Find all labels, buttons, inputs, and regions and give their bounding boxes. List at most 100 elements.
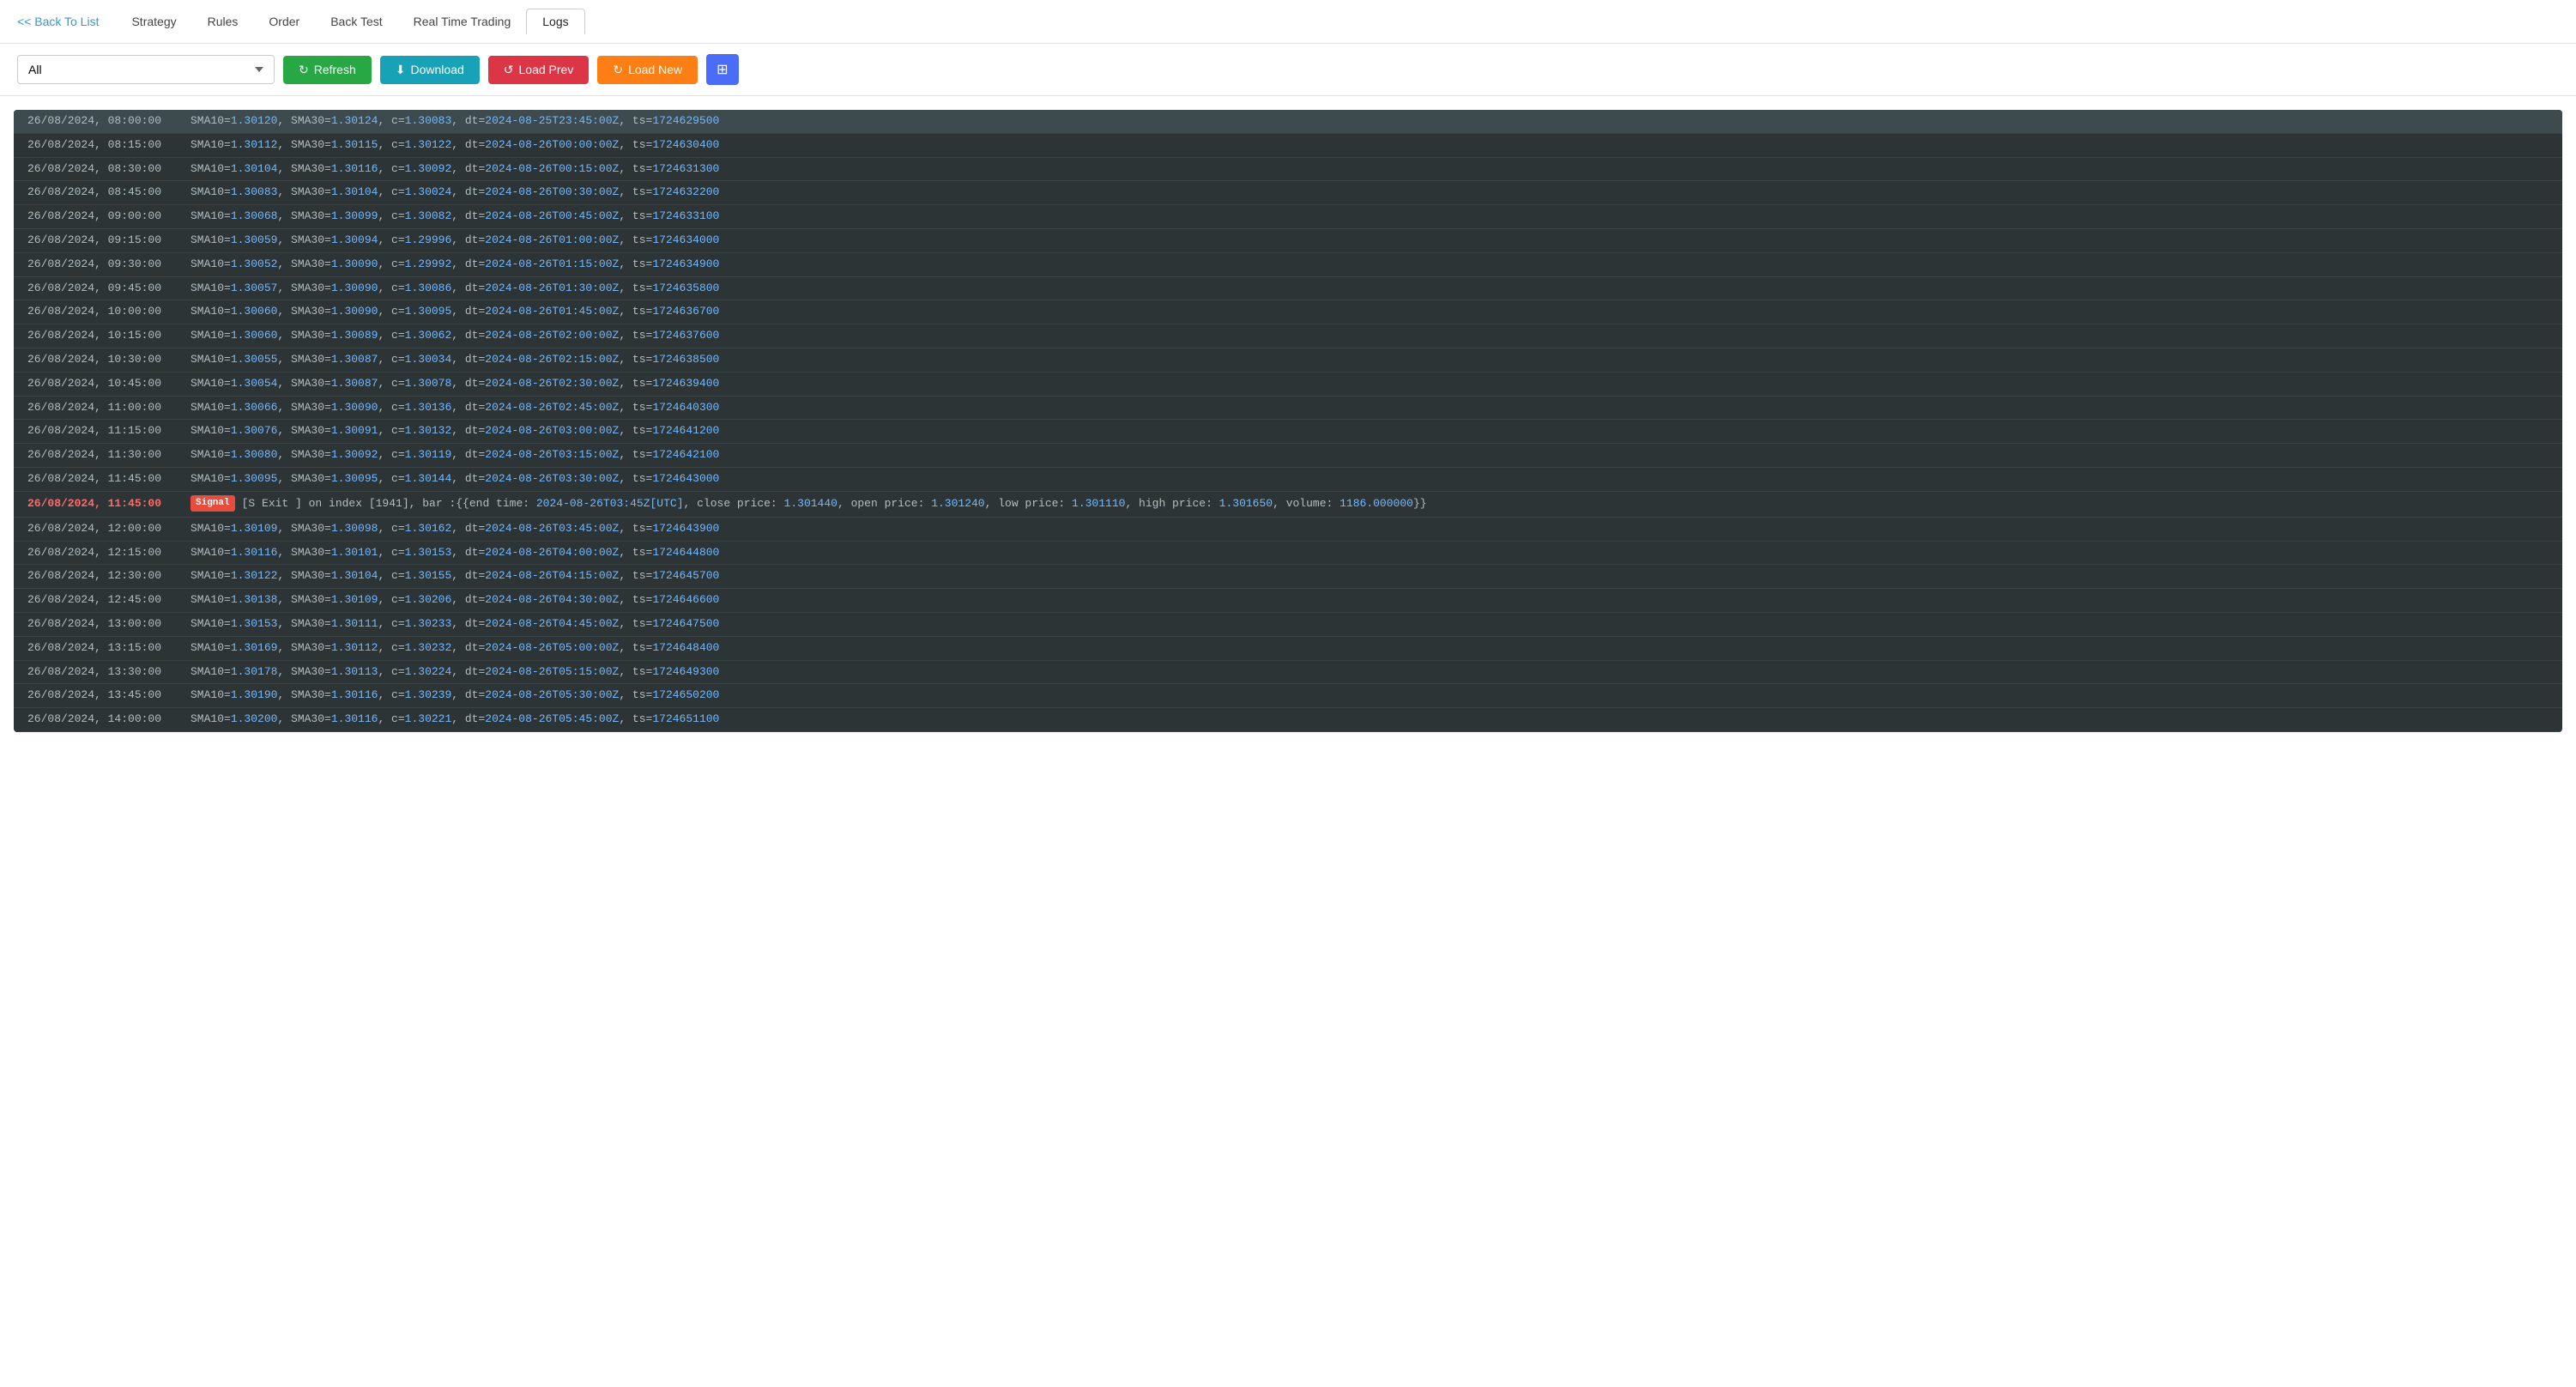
- log-content: SMA10=1.30057, SMA30=1.30090, c=1.30086,…: [190, 280, 2549, 298]
- download-icon: ⬇: [396, 63, 406, 77]
- log-content: SMA10=1.30052, SMA30=1.30090, c=1.29992,…: [190, 256, 2549, 274]
- log-row: 26/08/2024, 09:00:00SMA10=1.30068, SMA30…: [14, 205, 2562, 229]
- log-row: 26/08/2024, 09:30:00SMA10=1.30052, SMA30…: [14, 253, 2562, 277]
- nav-item-backtest[interactable]: Back Test: [315, 9, 397, 33]
- log-time: 26/08/2024, 12:15:00: [27, 544, 190, 562]
- log-content: SMA10=1.30190, SMA30=1.30116, c=1.30239,…: [190, 687, 2549, 705]
- log-time: 26/08/2024, 10:30:00: [27, 351, 190, 369]
- log-content: SMA10=1.30060, SMA30=1.30089, c=1.30062,…: [190, 327, 2549, 345]
- refresh-icon: ↻: [299, 63, 309, 77]
- log-content: SMA10=1.30178, SMA30=1.30113, c=1.30224,…: [190, 663, 2549, 681]
- log-time: 26/08/2024, 13:30:00: [27, 663, 190, 681]
- log-row: 26/08/2024, 11:30:00SMA10=1.30080, SMA30…: [14, 444, 2562, 468]
- log-row: 26/08/2024, 12:30:00SMA10=1.30122, SMA30…: [14, 565, 2562, 589]
- log-content: SMA10=1.30083, SMA30=1.30104, c=1.30024,…: [190, 184, 2549, 202]
- log-time: 26/08/2024, 13:15:00: [27, 639, 190, 657]
- filter-select[interactable]: All: [17, 55, 275, 84]
- log-time: 26/08/2024, 09:15:00: [27, 232, 190, 250]
- log-content: SMA10=1.30109, SMA30=1.30098, c=1.30162,…: [190, 520, 2549, 538]
- log-time: 26/08/2024, 12:00:00: [27, 520, 190, 538]
- log-content: SMA10=1.30080, SMA30=1.30092, c=1.30119,…: [190, 446, 2549, 464]
- nav-items: Strategy Rules Order Back Test Real Time…: [116, 9, 584, 34]
- nav-item-strategy[interactable]: Strategy: [116, 9, 191, 33]
- log-content: SMA10=1.30104, SMA30=1.30116, c=1.30092,…: [190, 161, 2549, 179]
- log-row: 26/08/2024, 10:00:00SMA10=1.30060, SMA30…: [14, 300, 2562, 324]
- log-time: 26/08/2024, 09:30:00: [27, 256, 190, 274]
- nav-item-logs[interactable]: Logs: [526, 9, 584, 34]
- log-row: 26/08/2024, 13:30:00SMA10=1.30178, SMA30…: [14, 661, 2562, 685]
- log-row: 26/08/2024, 13:15:00SMA10=1.30169, SMA30…: [14, 637, 2562, 661]
- back-link[interactable]: << Back To List: [17, 15, 99, 28]
- log-content: SMA10=1.30169, SMA30=1.30112, c=1.30232,…: [190, 639, 2549, 657]
- refresh-button[interactable]: ↻ Refresh: [283, 56, 372, 84]
- log-row: 26/08/2024, 11:15:00SMA10=1.30076, SMA30…: [14, 420, 2562, 444]
- log-content: SMA10=1.30122, SMA30=1.30104, c=1.30155,…: [190, 567, 2549, 585]
- load-new-icon: ↻: [613, 63, 623, 77]
- log-content: SMA10=1.30076, SMA30=1.30091, c=1.30132,…: [190, 422, 2549, 440]
- log-content: SMA10=1.30060, SMA30=1.30090, c=1.30095,…: [190, 303, 2549, 321]
- log-row: 26/08/2024, 10:30:00SMA10=1.30055, SMA30…: [14, 348, 2562, 372]
- log-content: SMA10=1.30116, SMA30=1.30101, c=1.30153,…: [190, 544, 2549, 562]
- log-time: 26/08/2024, 12:30:00: [27, 567, 190, 585]
- log-row: 26/08/2024, 09:15:00SMA10=1.30059, SMA30…: [14, 229, 2562, 253]
- log-row: 26/08/2024, 08:00:00SMA10=1.30120, SMA30…: [14, 110, 2562, 134]
- log-content: SMA10=1.30153, SMA30=1.30111, c=1.30233,…: [190, 615, 2549, 633]
- log-row: 26/08/2024, 11:00:00SMA10=1.30066, SMA30…: [14, 397, 2562, 421]
- log-time: 26/08/2024, 10:15:00: [27, 327, 190, 345]
- log-time: 26/08/2024, 11:30:00: [27, 446, 190, 464]
- log-container: 26/08/2024, 08:00:00SMA10=1.30120, SMA30…: [14, 110, 2562, 732]
- log-row: 26/08/2024, 11:45:00SMA10=1.30095, SMA30…: [14, 468, 2562, 492]
- log-time: 26/08/2024, 14:00:00: [27, 711, 190, 729]
- log-time: 26/08/2024, 11:00:00: [27, 399, 190, 417]
- log-row: 26/08/2024, 08:30:00SMA10=1.30104, SMA30…: [14, 158, 2562, 182]
- nav-item-order[interactable]: Order: [253, 9, 315, 33]
- log-content: SMA10=1.30066, SMA30=1.30090, c=1.30136,…: [190, 399, 2549, 417]
- log-time: 26/08/2024, 08:45:00: [27, 184, 190, 202]
- log-row: 26/08/2024, 12:00:00SMA10=1.30109, SMA30…: [14, 518, 2562, 542]
- log-time: 26/08/2024, 11:45:00: [27, 495, 190, 513]
- log-row: 26/08/2024, 12:45:00SMA10=1.30138, SMA30…: [14, 589, 2562, 613]
- log-content: SMA10=1.30055, SMA30=1.30087, c=1.30034,…: [190, 351, 2549, 369]
- log-row: 26/08/2024, 08:45:00SMA10=1.30083, SMA30…: [14, 181, 2562, 205]
- log-row: 26/08/2024, 10:45:00SMA10=1.30054, SMA30…: [14, 372, 2562, 397]
- log-row: 26/08/2024, 11:45:00Signal[S Exit ] on i…: [14, 492, 2562, 518]
- download-button[interactable]: ⬇ Download: [380, 56, 480, 84]
- signal-badge: Signal: [190, 495, 235, 512]
- log-content: Signal[S Exit ] on index [1941], bar :{{…: [190, 495, 2549, 513]
- log-row: 26/08/2024, 13:00:00SMA10=1.30153, SMA30…: [14, 613, 2562, 637]
- log-time: 26/08/2024, 13:45:00: [27, 687, 190, 705]
- log-time: 26/08/2024, 11:15:00: [27, 422, 190, 440]
- load-prev-button[interactable]: ↺ Load Prev: [488, 56, 590, 84]
- log-time: 26/08/2024, 08:15:00: [27, 136, 190, 154]
- log-time: 26/08/2024, 10:00:00: [27, 303, 190, 321]
- log-row: 26/08/2024, 12:15:00SMA10=1.30116, SMA30…: [14, 542, 2562, 566]
- log-time: 26/08/2024, 10:45:00: [27, 375, 190, 393]
- log-time: 26/08/2024, 09:45:00: [27, 280, 190, 298]
- log-row: 26/08/2024, 13:45:00SMA10=1.30190, SMA30…: [14, 684, 2562, 708]
- log-content: SMA10=1.30068, SMA30=1.30099, c=1.30082,…: [190, 208, 2549, 226]
- log-time: 26/08/2024, 08:30:00: [27, 161, 190, 179]
- log-content: SMA10=1.30059, SMA30=1.30094, c=1.29996,…: [190, 232, 2549, 250]
- log-time: 26/08/2024, 11:45:00: [27, 470, 190, 488]
- log-time: 26/08/2024, 09:00:00: [27, 208, 190, 226]
- log-time: 26/08/2024, 13:00:00: [27, 615, 190, 633]
- log-content: SMA10=1.30200, SMA30=1.30116, c=1.30221,…: [190, 711, 2549, 729]
- log-time: 26/08/2024, 08:00:00: [27, 112, 190, 130]
- log-content: SMA10=1.30138, SMA30=1.30109, c=1.30206,…: [190, 591, 2549, 609]
- nav-item-rules[interactable]: Rules: [192, 9, 254, 33]
- nav-item-realtime[interactable]: Real Time Trading: [398, 9, 527, 33]
- top-nav: << Back To List Strategy Rules Order Bac…: [0, 0, 2576, 44]
- icon-action-button[interactable]: ⊞: [706, 54, 738, 85]
- copy-icon: ⊞: [717, 63, 728, 77]
- load-prev-icon: ↺: [504, 63, 514, 77]
- log-content: SMA10=1.30120, SMA30=1.30124, c=1.30083,…: [190, 112, 2549, 130]
- log-row: 26/08/2024, 08:15:00SMA10=1.30112, SMA30…: [14, 134, 2562, 158]
- toolbar: All ↻ Refresh ⬇ Download ↺ Load Prev ↻ L…: [0, 44, 2576, 96]
- log-content: SMA10=1.30054, SMA30=1.30087, c=1.30078,…: [190, 375, 2549, 393]
- log-row: 26/08/2024, 10:15:00SMA10=1.30060, SMA30…: [14, 324, 2562, 348]
- load-new-button[interactable]: ↻ Load New: [597, 56, 698, 84]
- log-time: 26/08/2024, 12:45:00: [27, 591, 190, 609]
- log-content: SMA10=1.30112, SMA30=1.30115, c=1.30122,…: [190, 136, 2549, 154]
- log-row: 26/08/2024, 09:45:00SMA10=1.30057, SMA30…: [14, 277, 2562, 301]
- log-content: SMA10=1.30095, SMA30=1.30095, c=1.30144,…: [190, 470, 2549, 488]
